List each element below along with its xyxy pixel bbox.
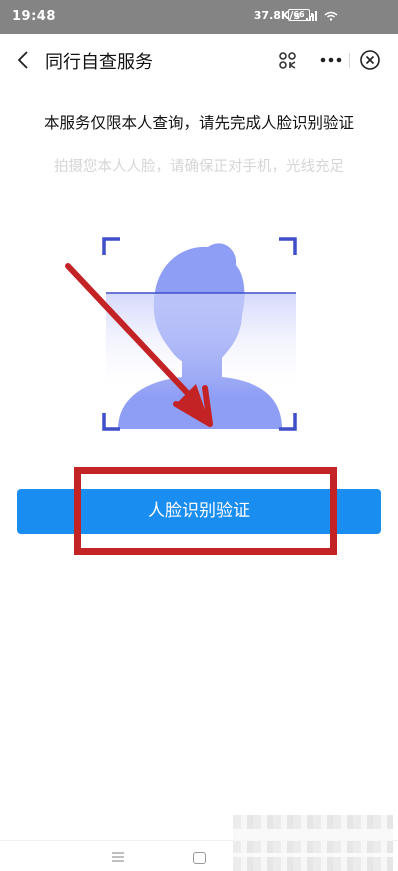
close-circle-icon[interactable]: [359, 49, 381, 71]
scan-icon[interactable]: [276, 49, 300, 73]
menu-icon[interactable]: [112, 852, 124, 862]
status-bar: 19:48 37.8K/s 66: [0, 0, 398, 34]
back-arrow-icon[interactable]: [10, 46, 38, 74]
wifi-icon: [324, 11, 338, 21]
more-dots-icon[interactable]: [317, 46, 347, 74]
face-scan-illustration: [102, 237, 297, 431]
annotation-highlight-box: [74, 467, 337, 555]
nav-bar: 同行自查服务: [0, 34, 398, 86]
verification-heading: 本服务仅限本人查询，请先完成人脸识别验证: [43, 114, 354, 132]
verification-hint: 拍摄您本人人脸，请确保正对手机，光线充足: [54, 159, 344, 175]
page-title: 同行自查服务: [45, 52, 153, 73]
battery-icon: 66: [288, 9, 313, 21]
blurred-watermark: [233, 815, 393, 871]
nav-divider: [349, 53, 350, 68]
home-icon[interactable]: [193, 852, 206, 864]
status-time: 19:48: [12, 9, 56, 24]
